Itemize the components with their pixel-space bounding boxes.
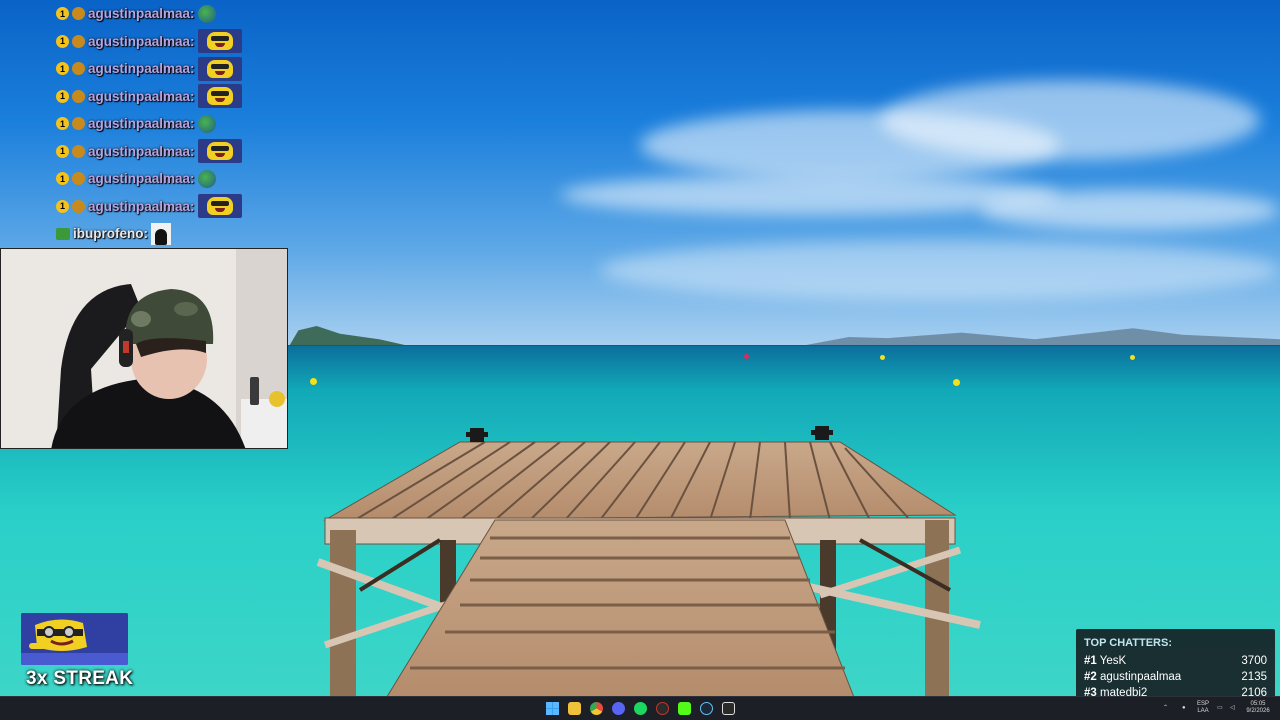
steam-icon[interactable] [700, 702, 713, 715]
chat-username: agustinpaalmaa: [88, 6, 195, 22]
chat-message: ibuprofeno: [56, 220, 296, 248]
sub-badge-icon: 1 [56, 199, 69, 213]
sub-badge-icon: 1 [56, 172, 69, 186]
discord-icon[interactable] [612, 702, 625, 715]
coin-badge-icon [72, 89, 85, 103]
coin-badge-icon [72, 7, 85, 21]
buoy [880, 355, 885, 360]
clock-date: 9/2/2026 [1246, 708, 1270, 714]
minion-streak-icon [21, 613, 128, 665]
minion-emote-icon [197, 56, 242, 81]
globe-emote-icon [197, 114, 216, 133]
minion-emote-icon [197, 84, 242, 109]
gift-badge-icon [56, 227, 70, 240]
clock-time: 05:05 [1250, 701, 1266, 707]
network-icon[interactable]: ▭ [1217, 705, 1223, 712]
buoy [744, 354, 749, 359]
sub-badge-icon: 1 [56, 89, 69, 103]
chat-username: agustinpaalmaa: [88, 88, 195, 104]
chrome-icon[interactable] [590, 702, 603, 715]
volume-icon[interactable]: ◁ [1230, 705, 1235, 712]
clock[interactable]: 05:05 9/2/2026 [1244, 701, 1272, 715]
sub-badge-icon: 1 [56, 34, 69, 48]
top-chatters-title: TOP CHATTERS: [1084, 637, 1173, 649]
language-label: ESP [1197, 701, 1210, 707]
sub-badge-icon: 1 [56, 7, 69, 21]
sub-badge-icon: 1 [56, 62, 69, 76]
buoy [953, 379, 960, 386]
chat-message: 1 agustinpaalmaa: [56, 55, 296, 83]
chatter-name: agustinpaalmaa [1100, 671, 1182, 683]
chatter-rank: #1 [1084, 655, 1097, 667]
coin-badge-icon [72, 144, 85, 158]
portrait-emote-icon [150, 222, 171, 245]
streamer-video [1, 249, 287, 448]
layout-label: LAA [1197, 708, 1209, 714]
chat-message: 1 agustinpaalmaa: [56, 165, 296, 193]
globe-emote-icon [197, 169, 216, 188]
cloud [980, 190, 1280, 230]
chat-username: agustinpaalmaa: [88, 171, 195, 187]
chat-message: 1 agustinpaalmaa: [56, 110, 296, 138]
chat-username: agustinpaalmaa: [88, 143, 195, 159]
chatter-row: #1 YesK 3700 [1084, 655, 1267, 667]
chat-username: agustinpaalmaa: [88, 116, 195, 132]
file-explorer-icon[interactable] [568, 702, 581, 715]
chat-username: agustinpaalmaa: [88, 33, 195, 49]
chat-username: agustinpaalmaa: [88, 198, 195, 214]
chatter-count: 2135 [1241, 671, 1267, 683]
kick-icon[interactable] [678, 702, 691, 715]
spotify-icon[interactable] [634, 702, 647, 715]
cloud [600, 240, 1280, 300]
webcam-feed [0, 248, 288, 449]
chat-username: agustinpaalmaa: [88, 61, 195, 77]
minion-emote-icon [197, 194, 242, 219]
minion-emote-icon [197, 139, 242, 164]
epic-games-icon[interactable] [722, 702, 735, 715]
chatter-row: #2 agustinpaalmaa 2135 [1084, 671, 1267, 683]
globe-emote-icon [197, 4, 216, 23]
chat-message: 1 agustinpaalmaa: [56, 193, 296, 221]
obs-icon[interactable] [656, 702, 669, 715]
coin-badge-icon [72, 62, 85, 76]
buoy [310, 378, 317, 385]
streak-emote-image [21, 613, 128, 665]
chatter-name: YesK [1099, 655, 1127, 667]
chat-overlay: 1 agustinpaalmaa: 1 agustinpaalmaa: 1 ag… [56, 0, 296, 248]
cloud [880, 80, 1260, 160]
streak-label: 3x STREAK [26, 668, 134, 689]
taskbar: ⌃ ● ESP LAA ▭ ◁ 05:05 9/2/2026 [0, 696, 1280, 720]
wooden-pier [316, 426, 981, 700]
chatter-count: 3700 [1241, 655, 1267, 667]
mic-icon[interactable]: ● [1182, 705, 1186, 712]
chat-message: 1 agustinpaalmaa: [56, 83, 296, 111]
sub-badge-icon: 1 [56, 144, 69, 158]
chat-message: 1 agustinpaalmaa: [56, 28, 296, 56]
sub-badge-icon: 1 [56, 117, 69, 131]
chat-message: 1 agustinpaalmaa: [56, 0, 296, 28]
chat-message: 1 agustinpaalmaa: [56, 138, 296, 166]
chatter-rank: #2 [1084, 671, 1097, 683]
coin-badge-icon [72, 34, 85, 48]
input-language[interactable]: ESP LAA [1197, 701, 1209, 715]
coin-badge-icon [72, 117, 85, 131]
chat-username: ibuprofeno: [73, 226, 148, 242]
start-icon[interactable] [546, 702, 559, 715]
coin-badge-icon [72, 199, 85, 213]
coin-badge-icon [72, 172, 85, 186]
minion-emote-icon [197, 29, 242, 54]
tray-chevron-icon[interactable]: ⌃ [1163, 705, 1168, 712]
buoy [1130, 355, 1135, 360]
